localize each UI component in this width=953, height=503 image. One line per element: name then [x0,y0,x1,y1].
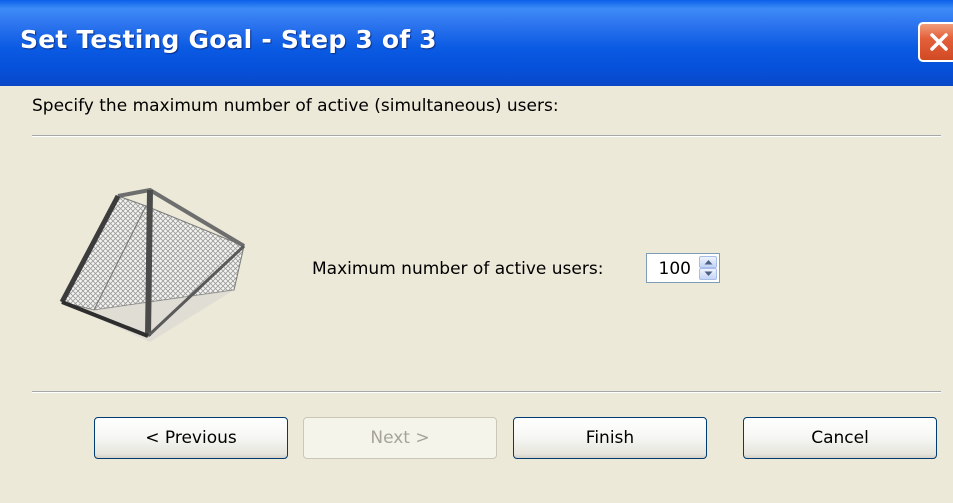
soccer-goal-icon [59,187,246,342]
next-button[interactable]: Next > [303,417,497,459]
previous-button[interactable]: < Previous [94,417,288,459]
window-title: Set Testing Goal - Step 3 of 3 [20,25,437,54]
bottom-separator [32,391,941,393]
spin-up-icon [704,260,712,265]
spin-up-button[interactable] [699,256,717,268]
max-users-spinner[interactable]: 100 [646,253,720,283]
max-users-label: Maximum number of active users: [312,259,604,279]
spin-buttons [699,256,717,280]
top-separator [32,135,941,137]
dialog-window: Set Testing Goal - Step 3 of 3 Specify t… [0,0,953,503]
title-bar[interactable]: Set Testing Goal - Step 3 of 3 [0,0,953,86]
close-button[interactable] [918,22,953,62]
spin-down-icon [704,271,712,276]
finish-button[interactable]: Finish [513,417,707,459]
instruction-text: Specify the maximum number of active (si… [32,96,559,116]
max-users-input[interactable]: 100 [659,259,691,279]
cancel-button[interactable]: Cancel [743,417,937,459]
close-icon [930,33,948,51]
spin-down-button[interactable] [699,268,717,280]
